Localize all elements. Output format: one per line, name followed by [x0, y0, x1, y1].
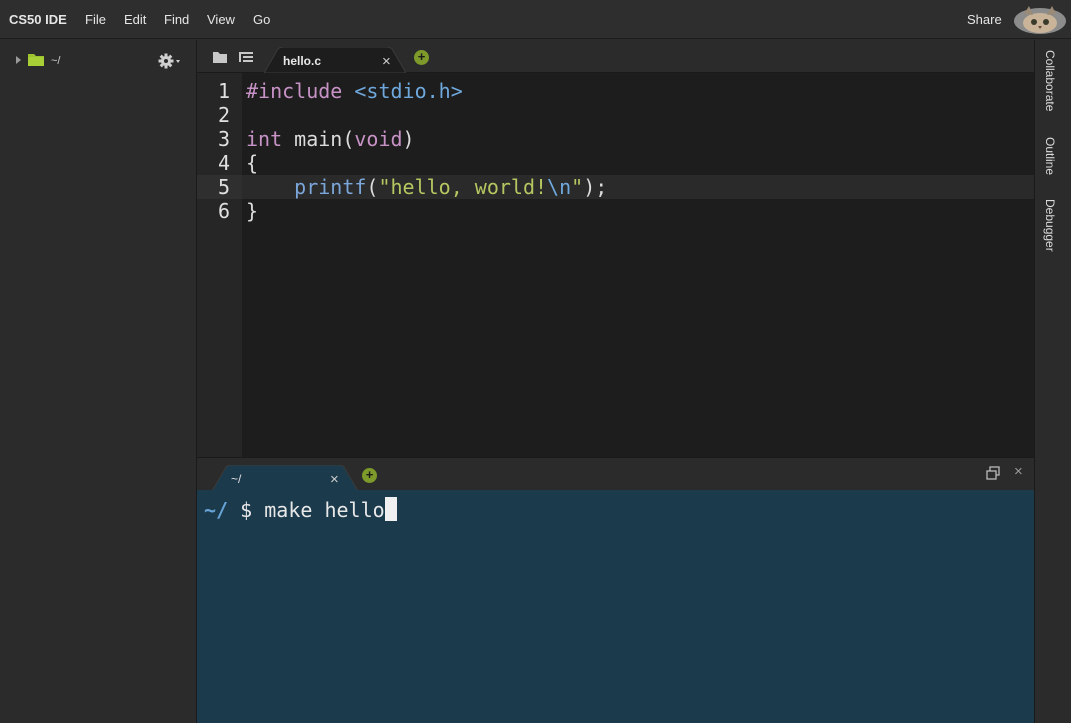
- app-title: CS50 IDE: [9, 12, 67, 27]
- line-number: 2: [217, 103, 230, 127]
- code-token: (: [366, 175, 379, 199]
- code-token: }: [246, 199, 259, 223]
- expand-arrow-icon[interactable]: [16, 56, 21, 64]
- header-token: <stdio.h>: [354, 79, 463, 103]
- string-token: ": [571, 175, 584, 199]
- gear-icon[interactable]: [158, 52, 182, 70]
- text-cursor: [384, 497, 397, 521]
- line-number: 3: [217, 127, 230, 151]
- string-token: "hello, world!: [378, 175, 548, 199]
- workspace-panel: [0, 40, 197, 723]
- menu-bar: CS50 IDE File Edit Find View Go Share: [0, 0, 1071, 39]
- close-panel-icon[interactable]: ×: [1014, 464, 1023, 479]
- code-token: ): [402, 127, 415, 151]
- code-line: {: [246, 151, 258, 175]
- code-line: }: [246, 199, 258, 223]
- add-terminal-tab-button[interactable]: +: [362, 468, 377, 483]
- line-number: 4: [217, 151, 230, 175]
- workspace-root-label[interactable]: ~/: [51, 55, 60, 67]
- code-token: main(: [282, 127, 355, 151]
- prompt-directory: ~/: [204, 498, 229, 522]
- line-number: 6: [217, 199, 230, 223]
- share-button[interactable]: Share: [967, 12, 1002, 27]
- keyword-token: void: [354, 127, 403, 151]
- tab-collaborate[interactable]: Collaborate: [1043, 50, 1057, 111]
- cat-avatar-icon[interactable]: [1012, 4, 1068, 36]
- preprocessor-token: #include: [246, 79, 343, 103]
- folder-icon: [28, 54, 44, 66]
- terminal-tab-label: ~/: [231, 472, 242, 486]
- outline-toggle-icon[interactable]: [238, 50, 254, 64]
- menu-go[interactable]: Go: [253, 12, 270, 27]
- folder-toggle-icon[interactable]: [212, 50, 228, 64]
- restore-panel-icon[interactable]: [986, 466, 1000, 480]
- menu-view[interactable]: View: [207, 12, 235, 27]
- code-line: #include <stdio.h>: [246, 79, 463, 103]
- menu-file[interactable]: File: [85, 12, 106, 27]
- line-number: 1: [217, 79, 230, 103]
- code-line: printf("hello, world!\n");: [246, 175, 607, 199]
- add-editor-tab-button[interactable]: +: [414, 50, 429, 65]
- close-terminal-tab-icon[interactable]: ×: [330, 472, 339, 487]
- code-token: );: [583, 175, 608, 199]
- escape-token: \n: [547, 175, 572, 199]
- terminal-prompt: ~/ $ make hello: [204, 497, 397, 522]
- menu-edit[interactable]: Edit: [124, 12, 146, 27]
- line-number: 5: [217, 175, 230, 199]
- keyword-token: int: [246, 127, 283, 151]
- prompt-symbol: $: [240, 498, 253, 522]
- tab-outline[interactable]: Outline: [1043, 137, 1057, 175]
- tab-debugger[interactable]: Debugger: [1043, 199, 1057, 252]
- terminal[interactable]: [197, 490, 1034, 723]
- menu-find[interactable]: Find: [164, 12, 189, 27]
- close-tab-icon[interactable]: ×: [382, 54, 391, 69]
- editor-tab-label: hello.c: [283, 54, 322, 68]
- terminal-command: make hello: [264, 498, 385, 522]
- code-line: int main(void): [246, 127, 415, 151]
- function-token: printf: [294, 175, 367, 199]
- code-token: {: [246, 151, 259, 175]
